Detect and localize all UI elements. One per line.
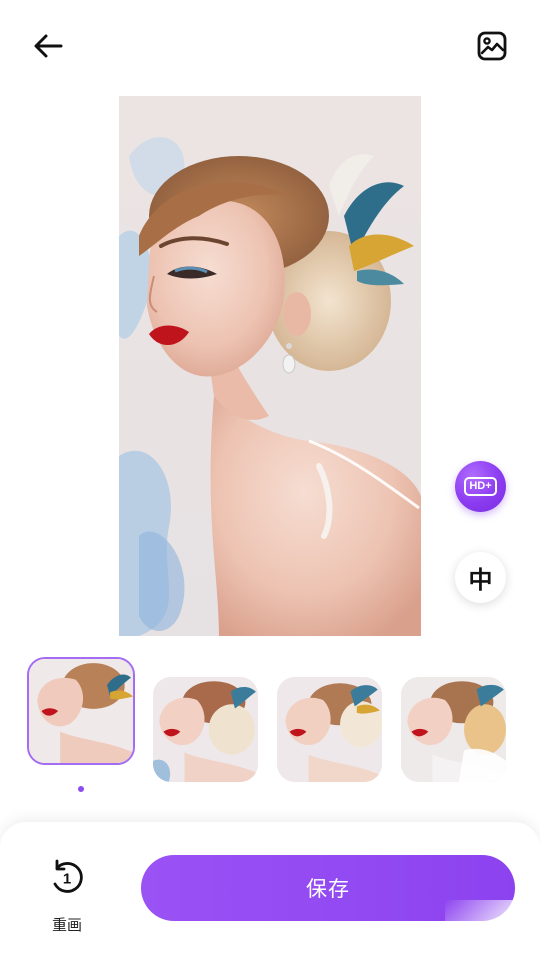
redraw-label: 重画 (51, 916, 82, 934)
thumbnail-image (401, 677, 506, 782)
portrait-artwork (119, 96, 421, 636)
language-label: 中 (468, 566, 493, 594)
thumbnail-image (29, 659, 133, 763)
image-gallery-icon (476, 30, 508, 66)
result-image (119, 96, 421, 636)
gallery-button[interactable] (470, 26, 514, 70)
thumbnail-image (277, 677, 382, 782)
thumbnail-2[interactable] (153, 677, 258, 782)
redo-circle-icon: 1 (47, 858, 87, 902)
page-indicator-dot (78, 786, 84, 792)
redraw-count: 1 (63, 871, 71, 888)
save-button[interactable]: 保存 (141, 855, 515, 921)
thumbnail-3[interactable] (277, 677, 382, 782)
thumbnail-image (153, 677, 258, 782)
thumbnail-4[interactable] (401, 677, 506, 782)
redraw-button[interactable]: 1 重画 (38, 858, 96, 934)
result-thumbnails (27, 657, 517, 787)
back-button[interactable] (26, 28, 70, 68)
arrow-left-icon (33, 33, 63, 63)
save-label: 保存 (306, 877, 350, 901)
hd-upscale-button[interactable]: HD+ (455, 461, 506, 512)
thumbnail-1[interactable] (27, 657, 135, 765)
language-toggle-button[interactable]: 中 (455, 552, 506, 603)
hd-label: HD+ (464, 477, 497, 496)
